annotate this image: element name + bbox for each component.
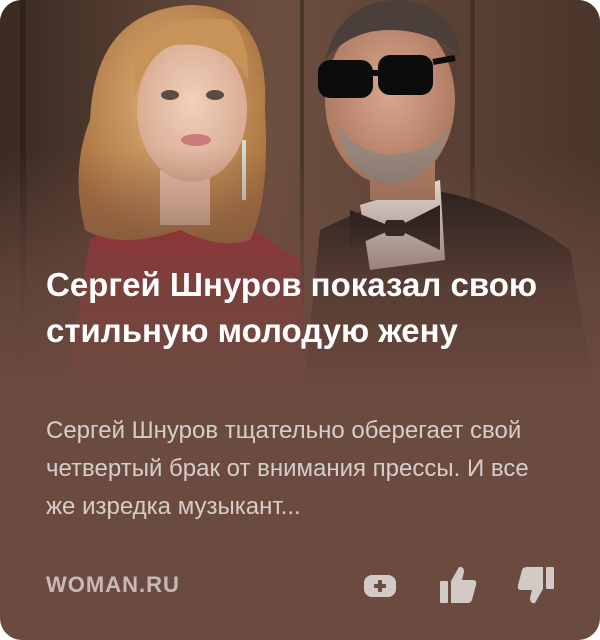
article-snippet[interactable]: Сергей Шнуров тщательно оберегает свой ч… (46, 412, 556, 526)
card-actions (326, 561, 560, 609)
source-label[interactable]: WOMAN.RU (46, 572, 180, 598)
dislike-button[interactable] (512, 561, 560, 609)
like-button[interactable] (434, 561, 482, 609)
card-footer: WOMAN.RU (46, 560, 560, 610)
article-title[interactable]: Сергей Шнуров показал свою стильную моло… (46, 262, 546, 354)
thumbs-up-icon (440, 566, 477, 603)
thumbs-down-icon (517, 567, 554, 604)
news-card[interactable]: Сергей Шнуров показал свою стильную моло… (0, 0, 600, 640)
add-to-feed-icon (364, 575, 396, 597)
add-to-feed-button[interactable] (356, 561, 404, 609)
